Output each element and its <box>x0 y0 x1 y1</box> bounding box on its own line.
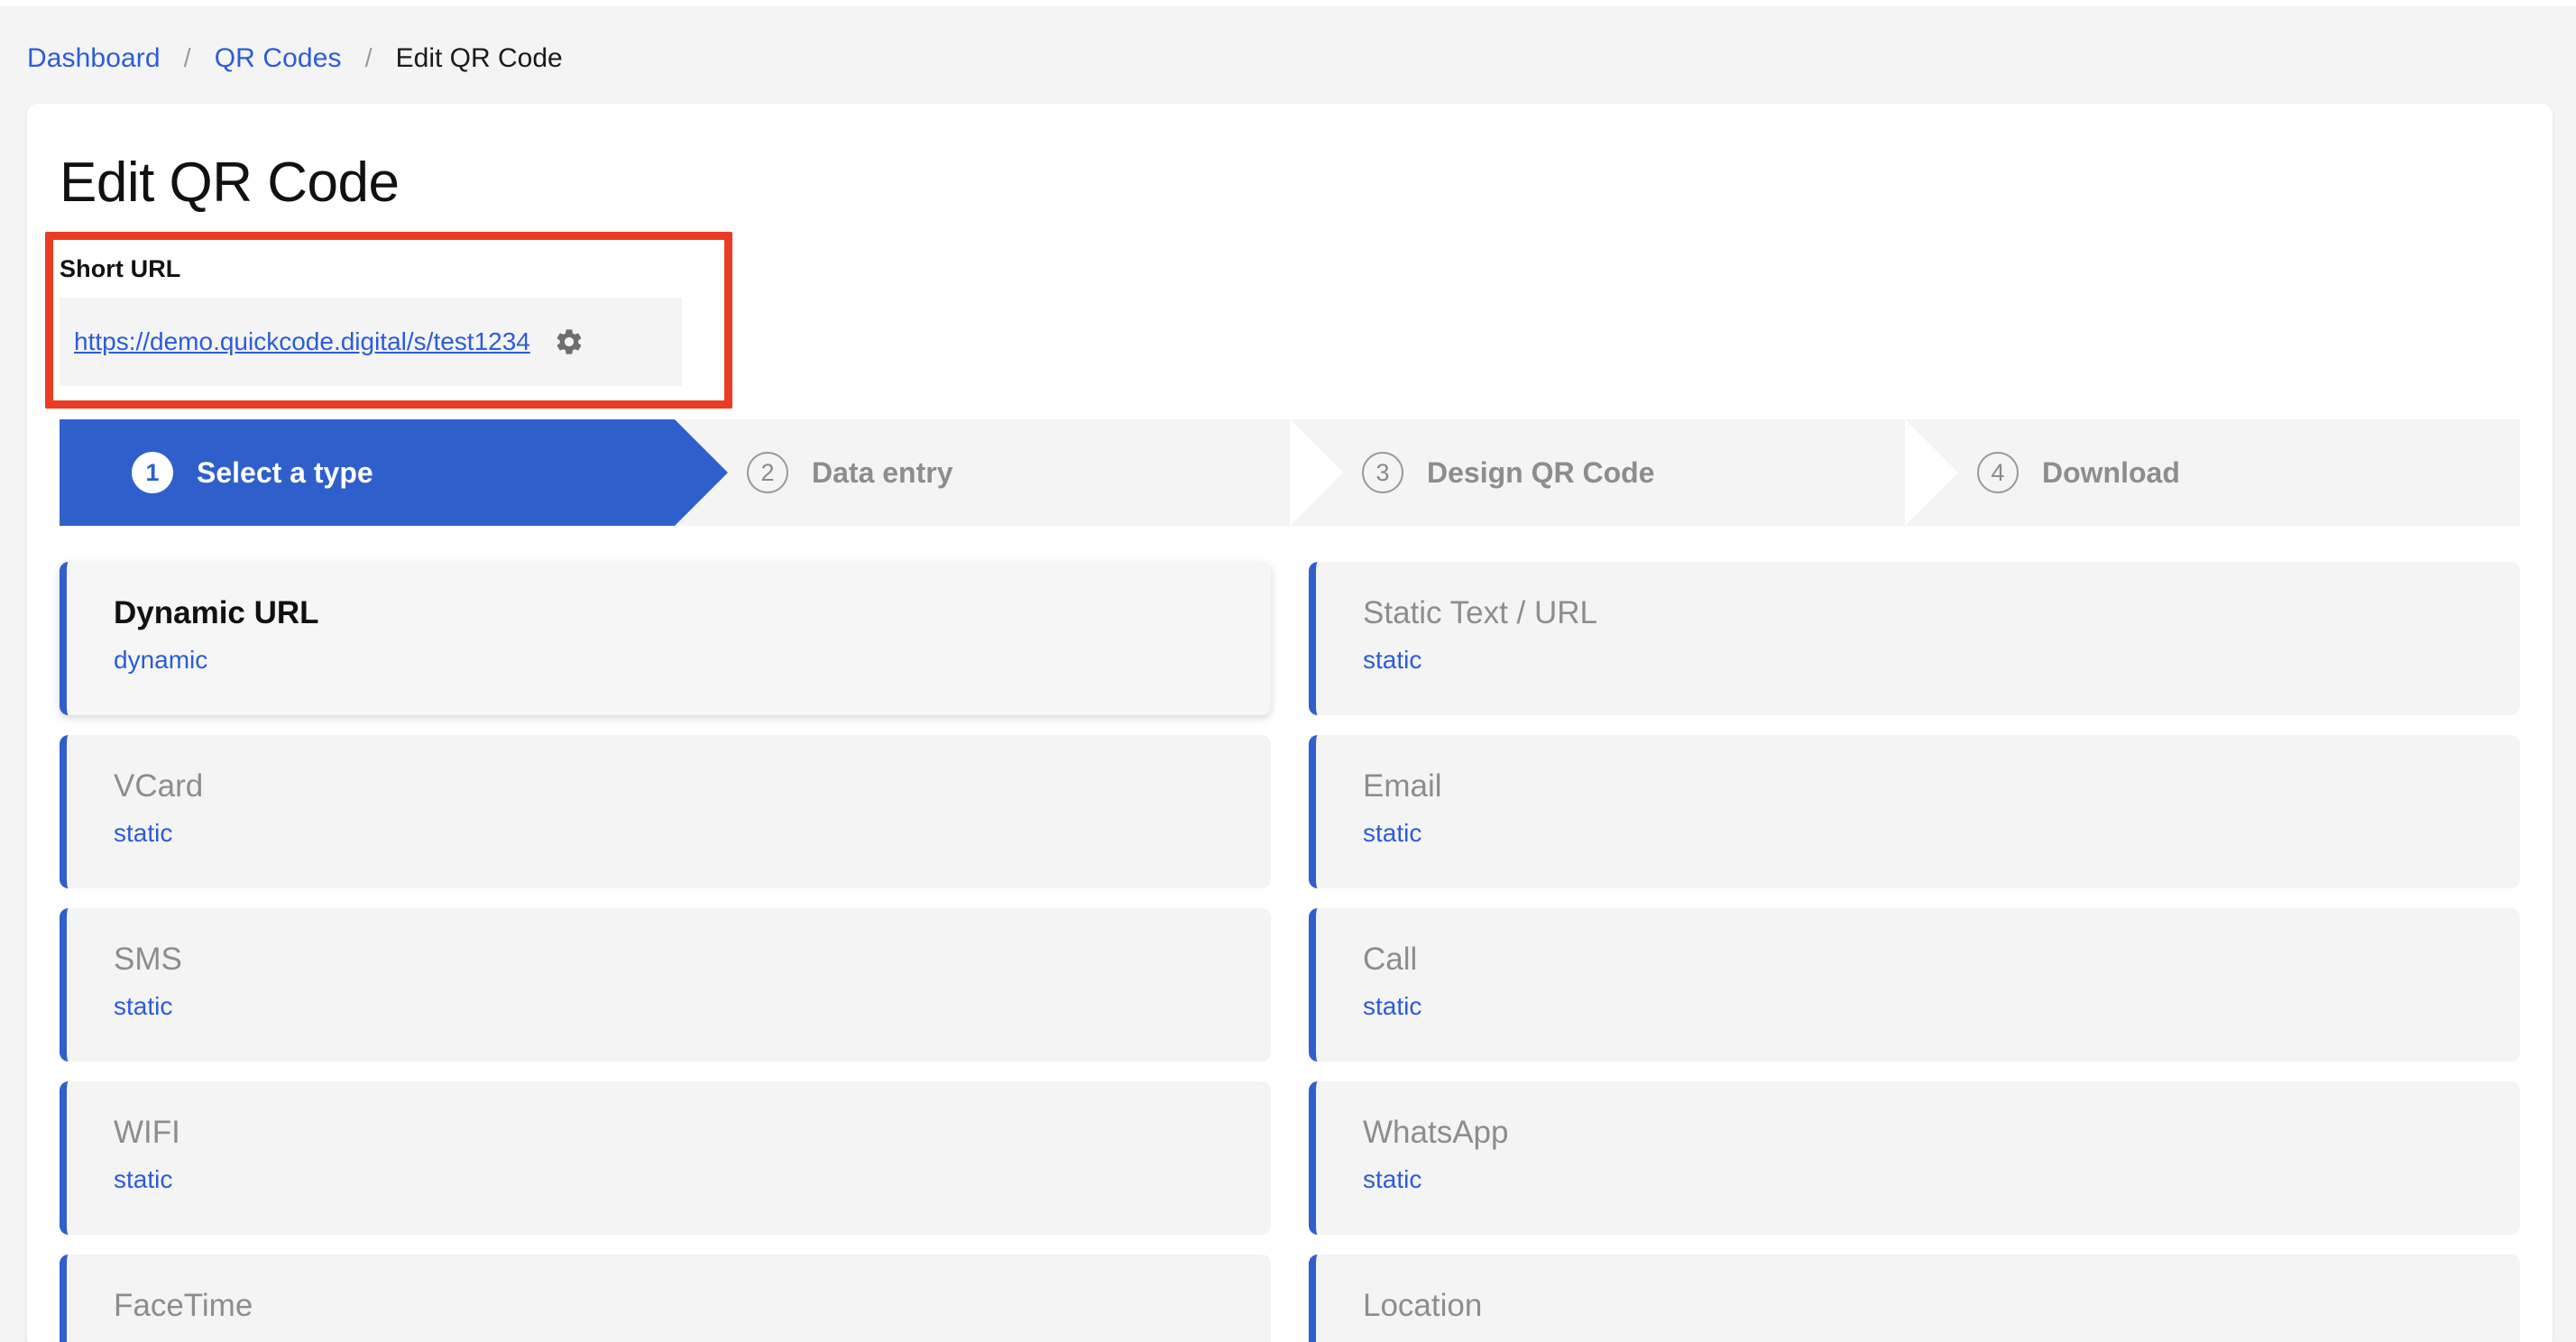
qr-type-card-email[interactable]: Email static <box>1309 735 2520 888</box>
qr-type-title: FaceTime <box>114 1288 253 1323</box>
step-number: 2 <box>747 452 788 493</box>
qr-type-title: WhatsApp <box>1363 1115 1509 1150</box>
step-label: Select a type <box>197 455 373 489</box>
qr-type-card-vcard[interactable]: VCard static <box>60 735 1271 888</box>
step-label: Data entry <box>812 455 953 489</box>
qr-type-title: VCard <box>114 768 204 804</box>
qr-type-title: Email <box>1363 768 1442 804</box>
qr-type-title: Call <box>1363 942 1418 977</box>
step-number: 3 <box>1362 452 1403 493</box>
qr-type-card-dynamic-url[interactable]: Dynamic URL dynamic <box>60 562 1271 715</box>
step-number: 1 <box>132 452 173 493</box>
qr-type-title: Dynamic URL <box>114 595 319 630</box>
qr-type-card-wifi[interactable]: WIFI static <box>60 1081 1271 1235</box>
short-url-section: Short URL https://demo.quickcode.digital… <box>60 255 682 386</box>
qr-type-kind: static <box>1363 645 1422 674</box>
gear-icon-glyph <box>557 329 582 354</box>
qr-type-card-static-text-url[interactable]: Static Text / URL static <box>1309 562 2520 715</box>
qr-type-kind: static <box>1363 991 1422 1020</box>
qr-type-kind: static <box>1363 818 1422 847</box>
step-label: Download <box>2042 455 2180 489</box>
breadcrumb-item-current: Edit QR Code <box>395 43 563 73</box>
qr-type-title: Location <box>1363 1288 1483 1323</box>
qr-type-kind: static <box>114 818 173 847</box>
qr-type-kind: static <box>114 1338 1271 1342</box>
qr-type-kind: static <box>114 991 173 1020</box>
qr-type-card-facetime[interactable]: FaceTime static <box>60 1255 1271 1342</box>
short-url-link[interactable]: https://demo.quickcode.digital/s/test123… <box>74 327 530 356</box>
qr-type-card-sms[interactable]: SMS static <box>60 908 1271 1062</box>
browser-top-strip <box>0 0 2576 6</box>
qr-type-kind: static <box>1363 1338 2520 1342</box>
breadcrumb: Dashboard / QR Codes / Edit QR Code <box>27 45 563 72</box>
qr-type-card-call[interactable]: Call static <box>1309 908 2520 1062</box>
browser-viewport: Dashboard / QR Codes / Edit QR Code Edit… <box>0 0 2576 1342</box>
breadcrumb-separator: / <box>183 43 191 73</box>
qr-type-title: Static Text / URL <box>1363 595 1598 630</box>
qr-type-card-location[interactable]: Location static <box>1309 1255 2520 1342</box>
qr-type-kind: static <box>1363 1164 1422 1193</box>
step-label: Design QR Code <box>1427 455 1655 489</box>
breadcrumb-separator: / <box>364 43 373 73</box>
gear-icon[interactable] <box>554 326 584 357</box>
qr-type-title: SMS <box>114 942 182 977</box>
qr-type-card-whatsapp[interactable]: WhatsApp static <box>1309 1081 2520 1235</box>
step-download[interactable]: 4 Download <box>1905 419 2520 526</box>
main-content-card: Edit QR Code Short URL https://demo.quic… <box>27 104 2553 1342</box>
qr-type-title: WIFI <box>114 1115 180 1150</box>
step-select-a-type[interactable]: 1 Select a type <box>60 419 728 526</box>
step-data-entry[interactable]: 2 Data entry <box>675 419 1290 526</box>
qr-type-kind: static <box>114 1164 173 1193</box>
breadcrumb-item-dashboard[interactable]: Dashboard <box>27 45 161 72</box>
qr-type-kind: dynamic <box>114 645 208 674</box>
wizard-stepper: 1 Select a type 2 Data entry 3 Design QR… <box>60 419 2520 526</box>
breadcrumb-item-qr-codes[interactable]: QR Codes <box>215 45 342 72</box>
step-design-qr-code[interactable]: 3 Design QR Code <box>1290 419 1905 526</box>
step-number: 4 <box>1977 452 2019 493</box>
short-url-field: https://demo.quickcode.digital/s/test123… <box>60 298 682 386</box>
page-title: Edit QR Code <box>60 152 400 214</box>
qr-type-grid: Dynamic URL dynamic Static Text / URL st… <box>60 562 2520 1342</box>
short-url-label: Short URL <box>60 255 181 282</box>
